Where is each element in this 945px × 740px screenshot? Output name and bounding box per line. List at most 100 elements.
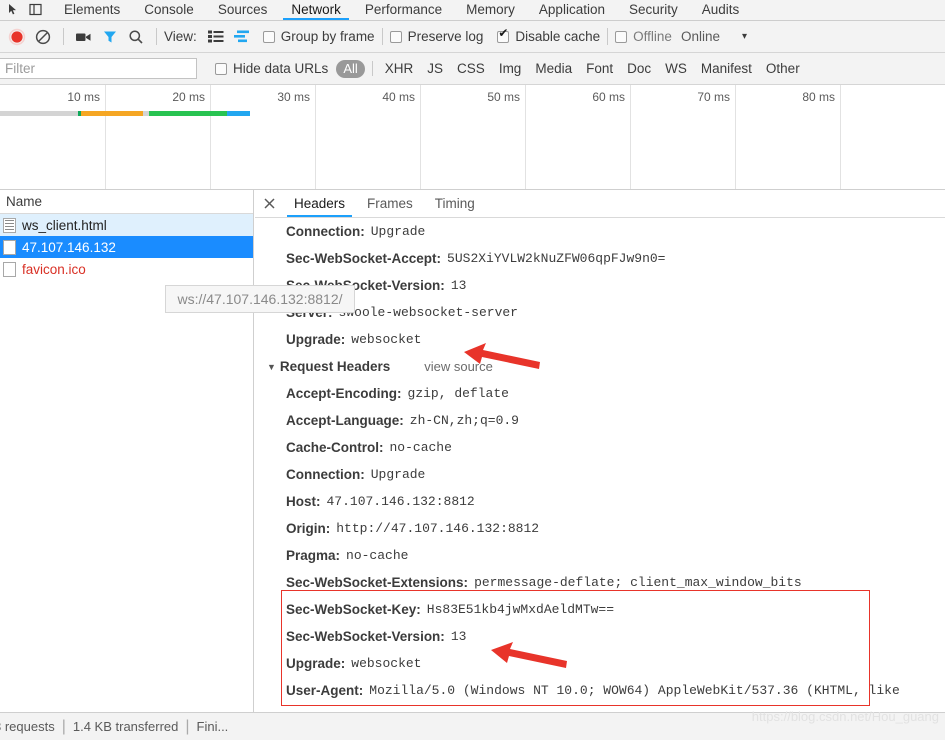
filter-type-media[interactable]: Media bbox=[528, 61, 579, 76]
filter-type-ws[interactable]: WS bbox=[658, 61, 694, 76]
filter-type-img[interactable]: Img bbox=[492, 61, 529, 76]
offline-checkbox[interactable]: Offline bbox=[615, 29, 672, 44]
close-icon[interactable] bbox=[255, 190, 283, 217]
view-label: View: bbox=[164, 29, 197, 44]
list-view-icon[interactable] bbox=[203, 24, 229, 50]
record-icon[interactable] bbox=[4, 24, 30, 50]
group-by-frame-checkbox[interactable]: Group by frame bbox=[262, 29, 375, 44]
status-finish: Fini... bbox=[196, 719, 229, 734]
timeline-tick-label: 70 ms bbox=[697, 90, 730, 104]
toggle-device-toolbar-icon[interactable] bbox=[24, 0, 46, 20]
network-filter-bar: Hide data URLs All XHRJSCSSImgMediaFontDo… bbox=[0, 53, 945, 85]
headers-content: Connection: Upgrade Sec-WebSocket-Accept: 5… bbox=[255, 218, 945, 712]
status-divider-2: | bbox=[185, 717, 190, 735]
tab-network[interactable]: Network bbox=[279, 0, 353, 20]
waterfall-segment-content-download bbox=[149, 111, 227, 116]
header-value: no-cache bbox=[346, 548, 409, 563]
tab-security[interactable]: Security bbox=[617, 0, 690, 20]
offline-checkbox-box bbox=[615, 30, 628, 43]
detail-tab-headers[interactable]: Headers bbox=[283, 190, 356, 217]
tab-performance[interactable]: Performance bbox=[353, 0, 454, 20]
header-row: Connection: Upgrade bbox=[255, 461, 945, 488]
detail-tab-timing[interactable]: Timing bbox=[424, 190, 486, 217]
hide-data-urls-checkbox[interactable]: Hide data URLs bbox=[215, 61, 328, 76]
disable-cache-checkbox[interactable]: Disable cache bbox=[497, 27, 600, 44]
header-row: Sec-WebSocket-Extensions: permessage-defl… bbox=[255, 569, 945, 596]
request-list-pane: Name ws_client.html 47.107.146.132 favicon… bbox=[0, 190, 254, 712]
timeline-tick-label: 30 ms bbox=[277, 90, 310, 104]
devtools-left-icons bbox=[0, 0, 46, 20]
filter-icon[interactable] bbox=[97, 24, 123, 50]
request-list-header[interactable]: Name bbox=[0, 190, 253, 214]
filter-type-all[interactable]: All bbox=[336, 59, 365, 78]
throttling-value[interactable]: Online bbox=[681, 29, 720, 44]
timeline-gridline bbox=[525, 85, 526, 189]
tab-memory[interactable]: Memory bbox=[454, 0, 527, 20]
toolbar-divider-2 bbox=[156, 28, 157, 45]
filter-type-css[interactable]: CSS bbox=[450, 61, 492, 76]
filter-type-font[interactable]: Font bbox=[579, 61, 620, 76]
header-value: websocket bbox=[351, 656, 422, 671]
tab-application[interactable]: Application bbox=[527, 0, 617, 20]
watermark-text: https://blog.csdn.net/Hou_guang bbox=[751, 709, 939, 724]
header-name: Sec-WebSocket-Version: bbox=[286, 629, 445, 644]
clear-icon[interactable] bbox=[30, 24, 56, 50]
network-overview-timeline[interactable]: 10 ms 20 ms 30 ms 40 ms 50 ms 60 ms 70 ms 80 ms bbox=[0, 85, 945, 190]
header-value: Upgrade bbox=[370, 224, 426, 239]
header-value: http://47.107.146.132:8812 bbox=[336, 521, 540, 536]
waterfall-view-icon[interactable] bbox=[229, 24, 255, 50]
tab-console[interactable]: Console bbox=[132, 0, 206, 20]
timeline-gridline bbox=[420, 85, 421, 189]
inspect-element-icon[interactable] bbox=[2, 0, 24, 20]
tab-audits[interactable]: Audits bbox=[690, 0, 752, 20]
header-name: Pragma: bbox=[286, 548, 341, 563]
filter-type-js[interactable]: JS bbox=[420, 61, 450, 76]
timeline-gridline bbox=[735, 85, 736, 189]
tab-elements[interactable]: Elements bbox=[52, 0, 132, 20]
filter-type-manifest[interactable]: Manifest bbox=[694, 61, 759, 76]
status-divider-1: | bbox=[61, 717, 66, 735]
disable-cache-checkbox-box bbox=[497, 27, 510, 43]
timeline-tick-label: 40 ms bbox=[382, 90, 415, 104]
header-name: Sec-WebSocket-Extensions: bbox=[286, 575, 469, 590]
blank-file-icon bbox=[3, 261, 16, 277]
filter-type-other[interactable]: Other bbox=[759, 61, 807, 76]
timeline-gridlines: 10 ms 20 ms 30 ms 40 ms 50 ms 60 ms 70 ms 80 ms bbox=[0, 85, 945, 189]
detail-tab-frames[interactable]: Frames bbox=[356, 190, 424, 217]
preserve-log-checkbox[interactable]: Preserve log bbox=[389, 29, 483, 44]
header-row: Connection: Upgrade bbox=[255, 218, 945, 245]
detail-tabbar: Headers Frames Timing bbox=[255, 190, 945, 218]
view-source-link[interactable]: view source bbox=[424, 359, 493, 374]
request-row[interactable]: ws_client.html bbox=[0, 214, 253, 236]
timeline-tick-label: 60 ms bbox=[592, 90, 625, 104]
toolbar-divider-4 bbox=[607, 28, 609, 45]
header-name: Sec-WebSocket-Accept: bbox=[286, 251, 442, 266]
filter-type-xhr[interactable]: XHR bbox=[378, 61, 421, 76]
filter-type-divider bbox=[371, 61, 373, 76]
header-row: Sec-WebSocket-Version: 13 bbox=[255, 623, 945, 650]
search-input[interactable] bbox=[0, 58, 197, 79]
header-row: Server:swoole-websocket-server bbox=[255, 299, 945, 326]
camera-icon[interactable] bbox=[71, 24, 97, 50]
header-row: Host: 47.107.146.132:8812 bbox=[255, 488, 945, 515]
group-by-frame-checkbox-box bbox=[262, 30, 275, 43]
toolbar-divider-3 bbox=[381, 28, 383, 45]
header-name: Host: bbox=[286, 494, 321, 509]
header-row: Upgrade: websocket bbox=[255, 650, 945, 677]
header-value: no-cache bbox=[389, 440, 452, 455]
filter-type-doc[interactable]: Doc bbox=[620, 61, 658, 76]
header-value: gzip, deflate bbox=[407, 386, 509, 401]
chevron-down-icon: ▼ bbox=[267, 361, 276, 372]
search-icon[interactable] bbox=[123, 24, 149, 50]
request-row[interactable]: 47.107.146.132 bbox=[0, 236, 253, 258]
waterfall-segment-queueing bbox=[0, 111, 78, 116]
request-name: ws_client.html bbox=[22, 217, 107, 233]
request-headers-section-toggle[interactable]: ▼ Request Headers view source bbox=[255, 353, 945, 380]
tab-sources[interactable]: Sources bbox=[206, 0, 280, 20]
request-row[interactable]: favicon.ico bbox=[0, 258, 253, 280]
header-row: Origin: http://47.107.146.132:8812 bbox=[255, 515, 945, 542]
chevron-down-icon[interactable]: ▾ bbox=[742, 31, 747, 42]
timeline-gridline bbox=[210, 85, 211, 189]
request-rows: ws_client.html 47.107.146.132 favicon.ico bbox=[0, 214, 253, 280]
header-row: Upgrade: websocket bbox=[255, 326, 945, 353]
